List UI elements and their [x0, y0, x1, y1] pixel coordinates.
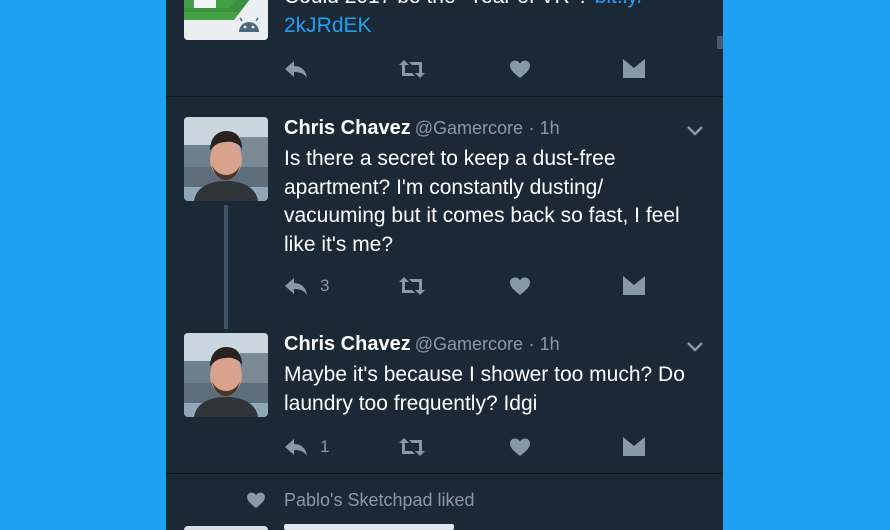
like-button[interactable] — [510, 435, 530, 459]
like-button[interactable] — [510, 274, 530, 298]
reply-button[interactable] — [284, 57, 308, 81]
direct-message-icon — [623, 276, 645, 295]
like-icon — [510, 60, 530, 78]
tweet-actions: 1 — [284, 435, 664, 459]
timestamp: · 1h — [528, 118, 560, 138]
reply-count: 1 — [320, 437, 330, 456]
thread-line — [224, 205, 228, 329]
chevron-down-icon[interactable] — [685, 121, 705, 141]
tweet-link-cont[interactable]: 2kJRdEK — [284, 14, 372, 37]
android-thumbnail[interactable] — [184, 0, 268, 40]
retweet-icon — [399, 438, 425, 456]
divider — [166, 473, 723, 474]
retweet-button[interactable] — [398, 274, 426, 298]
tweet-text: Is there a secret to keep a dust-free ap… — [284, 147, 680, 256]
tweet-actions — [284, 57, 664, 81]
display-name[interactable]: Chris Chavez — [284, 117, 411, 139]
avatar[interactable] — [184, 117, 268, 201]
tweet-text: Maybe it's because I shower too much? Do… — [284, 363, 685, 415]
social-context[interactable]: Pablo's Sketchpad liked — [284, 490, 475, 511]
user-handle[interactable]: @Gamercore — [415, 118, 523, 138]
tweet-text: Could 2017 be the "Year of VR"? — [284, 0, 589, 8]
retweet-icon — [399, 277, 425, 295]
timeline-panel: Could 2017 be the "Year of VR"? bit.ly/ … — [166, 0, 723, 530]
dm-button[interactable] — [623, 57, 645, 81]
timestamp: · 1h — [528, 334, 560, 354]
reply-icon — [285, 61, 307, 78]
direct-message-icon — [623, 59, 645, 78]
avatar[interactable] — [184, 333, 268, 417]
reply-icon — [285, 278, 307, 295]
dm-button[interactable] — [623, 435, 645, 459]
like-icon — [510, 438, 530, 456]
tweet-text-peek — [284, 522, 454, 530]
retweet-button[interactable] — [398, 57, 426, 81]
display-name[interactable]: Chris Chavez — [284, 333, 411, 355]
tweet-link[interactable]: bit.ly/ — [595, 0, 644, 8]
retweet-button[interactable] — [398, 435, 426, 459]
reply-count: 3 — [320, 276, 330, 295]
dm-button[interactable] — [623, 274, 645, 298]
tweet-actions: 3 — [284, 274, 664, 298]
like-icon — [247, 492, 265, 509]
divider — [166, 96, 723, 97]
reply-icon — [285, 439, 307, 456]
like-button[interactable] — [510, 57, 530, 81]
like-icon — [510, 277, 530, 295]
scrollbar[interactable] — [717, 36, 723, 49]
direct-message-icon — [623, 437, 645, 456]
avatar[interactable] — [184, 526, 268, 530]
reply-button[interactable]: 1 — [284, 435, 329, 459]
reply-button[interactable]: 3 — [284, 274, 329, 298]
user-handle[interactable]: @Gamercore — [415, 334, 523, 354]
retweet-icon — [399, 60, 425, 78]
chevron-down-icon[interactable] — [685, 337, 705, 357]
android-icon — [239, 17, 259, 32]
